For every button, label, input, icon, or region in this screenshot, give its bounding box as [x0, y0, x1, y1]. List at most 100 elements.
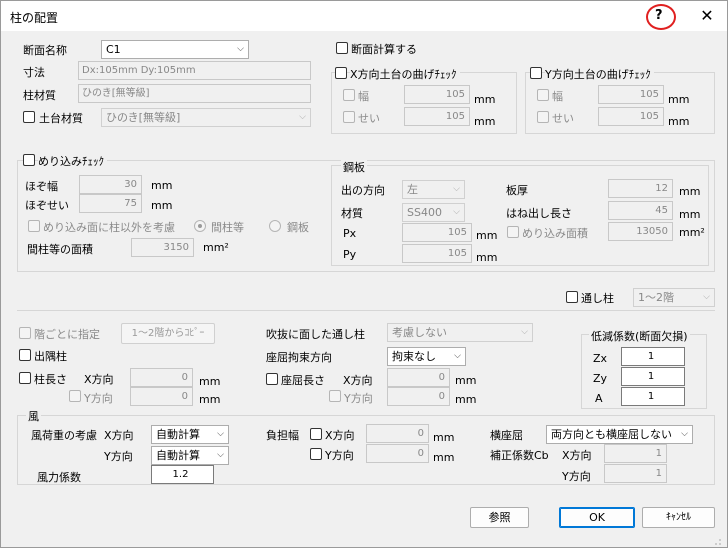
base-material-select[interactable]: ひのき[無等級] ⌵ [101, 108, 311, 127]
steel-material-select[interactable]: SS400 ⌵ [402, 203, 465, 222]
column-length-x-unit: mm [199, 375, 221, 388]
steel-plate-label: 鋼板 [341, 159, 367, 175]
direction-select[interactable]: 左 ⌵ [402, 180, 465, 199]
bearing-y-checkbox[interactable] [310, 448, 322, 460]
x-height-checkbox[interactable] [343, 111, 355, 123]
y-width-checkbox[interactable] [537, 89, 549, 101]
ok-button[interactable]: OK [559, 507, 635, 528]
buckling-length-x-unit: mm [455, 374, 477, 387]
y-base-bending-checkbox[interactable] [530, 67, 542, 79]
y-height-field[interactable]: 105 [598, 107, 664, 126]
column-length-y-checkbox[interactable] [69, 390, 81, 402]
buckling-length-checkbox[interactable] [266, 373, 278, 385]
py-unit: mm [476, 251, 498, 264]
consider-other-label: めり込み面に柱以外を考慮 [43, 221, 175, 234]
stud-area-label: 間柱等の面積 [27, 243, 93, 256]
cb-y-field[interactable]: 1 [604, 464, 667, 483]
chevron-down-icon: ⌵ [299, 112, 306, 122]
consider-other-checkbox[interactable] [28, 220, 40, 232]
buckling-length-y-checkbox[interactable] [329, 390, 341, 402]
section-name-select[interactable]: C1 ⌵ [101, 40, 249, 59]
wind-y-label: Y方向 [104, 450, 133, 463]
buckling-restraint-value: 拘束なし [392, 350, 436, 363]
tenon-height-field[interactable]: 75 [79, 194, 142, 213]
per-floor-checkbox[interactable] [19, 327, 31, 339]
y-height-checkbox[interactable] [537, 111, 549, 123]
section-calc-checkbox[interactable] [336, 42, 348, 54]
cancel-button[interactable]: ｷｬﾝｾﾙ [642, 507, 715, 528]
stud-area-field[interactable]: 3150 [131, 238, 194, 257]
py-field[interactable]: 105 [402, 244, 472, 263]
through-column-checkbox[interactable] [566, 291, 578, 303]
buckling-length-y-unit: mm [455, 393, 477, 406]
close-button[interactable]: ✕ [695, 5, 719, 27]
chevron-down-icon: ⌵ [453, 207, 460, 217]
resize-grip[interactable] [719, 539, 721, 541]
corner-column-checkbox[interactable] [19, 349, 31, 361]
wind-y-value: 自動計算 [156, 449, 200, 462]
wind-x-select[interactable]: 自動計算 ⌵ [151, 425, 229, 444]
embed-check-checkbox[interactable] [23, 154, 35, 166]
x-width-checkbox[interactable] [343, 89, 355, 101]
copy-floor-button[interactable]: 1〜2階からｺﾋﾟｰ [121, 323, 215, 344]
wind-label: 風 [26, 408, 41, 424]
buckling-length-x-label: X方向 [343, 374, 373, 387]
bearing-y-unit: mm [433, 451, 455, 464]
cb-x-label: X方向 [562, 449, 592, 462]
column-length-y-label: Y方向 [84, 392, 113, 405]
zy-field[interactable]: 1 [621, 367, 685, 386]
x-base-bending-label: X方向土台の曲げﾁｪｯｸ [350, 66, 460, 82]
bearing-x-field[interactable]: 0 [366, 424, 429, 443]
embed-area-unit: mm² [679, 226, 705, 239]
wind-coef-label: 風力係数 [37, 471, 81, 484]
bearing-y-field[interactable]: 0 [366, 444, 429, 463]
buckling-length-x-field[interactable]: 0 [387, 368, 450, 387]
bearing-x-unit: mm [433, 431, 455, 444]
cb-x-field[interactable]: 1 [604, 444, 667, 463]
column-length-x-field[interactable]: 0 [130, 368, 193, 387]
radio-steel[interactable] [269, 220, 281, 232]
buckling-restraint-select[interactable]: 拘束なし ⌵ [387, 347, 466, 366]
atrium-column-select[interactable]: 考慮しない ⌵ [387, 323, 533, 342]
tenon-height-label: ほぞせい [25, 199, 69, 212]
column-length-y-field[interactable]: 0 [130, 387, 193, 406]
corner-column-label: 出隅柱 [34, 350, 67, 363]
chevron-down-icon: ⌵ [217, 450, 224, 460]
tenon-height-unit: mm [151, 199, 173, 212]
wind-load-label: 風荷重の考慮 [31, 429, 97, 442]
lateral-buckling-select[interactable]: 両方向とも横座屈しない ⌵ [546, 425, 693, 444]
column-material-field: ひのき[無等級] [78, 84, 311, 103]
bearing-x-label: X方向 [325, 429, 355, 442]
tenon-width-field[interactable]: 30 [79, 175, 142, 194]
px-field[interactable]: 105 [402, 223, 472, 242]
a-field[interactable]: 1 [621, 387, 685, 406]
y-width-field[interactable]: 105 [598, 85, 664, 104]
y-height-unit: mm [668, 115, 690, 128]
py-label: Py [343, 248, 357, 261]
wind-coef-field[interactable]: 1.2 [151, 465, 214, 484]
steel-material-value: SS400 [407, 206, 442, 219]
wind-y-select[interactable]: 自動計算 ⌵ [151, 446, 229, 465]
radio-stud[interactable] [194, 220, 206, 232]
chevron-down-icon: ⌵ [237, 44, 244, 54]
x-height-field[interactable]: 105 [404, 107, 470, 126]
through-column-select[interactable]: 1〜2階 ⌵ [633, 288, 715, 307]
section-name-value: C1 [106, 43, 121, 56]
embed-area-checkbox[interactable] [507, 226, 519, 238]
plate-thickness-field[interactable]: 12 [608, 179, 673, 198]
base-material-checkbox[interactable] [23, 111, 35, 123]
column-length-checkbox[interactable] [19, 372, 31, 384]
zx-field[interactable]: 1 [621, 347, 685, 366]
x-width-field[interactable]: 105 [404, 85, 470, 104]
column-length-y-unit: mm [199, 393, 221, 406]
x-base-bending-checkbox[interactable] [335, 67, 347, 79]
plate-thickness-label: 板厚 [506, 184, 528, 197]
embed-area-label: めり込み面積 [522, 227, 588, 240]
protrusion-field[interactable]: 45 [608, 201, 673, 220]
reference-button[interactable]: 参照 [470, 507, 529, 528]
buckling-length-y-field[interactable]: 0 [387, 387, 450, 406]
help-button[interactable]: ? [655, 8, 663, 23]
buckling-restraint-label: 座屈拘束方向 [266, 351, 332, 364]
embed-area-field[interactable]: 13050 [608, 222, 673, 241]
bearing-x-checkbox[interactable] [310, 428, 322, 440]
